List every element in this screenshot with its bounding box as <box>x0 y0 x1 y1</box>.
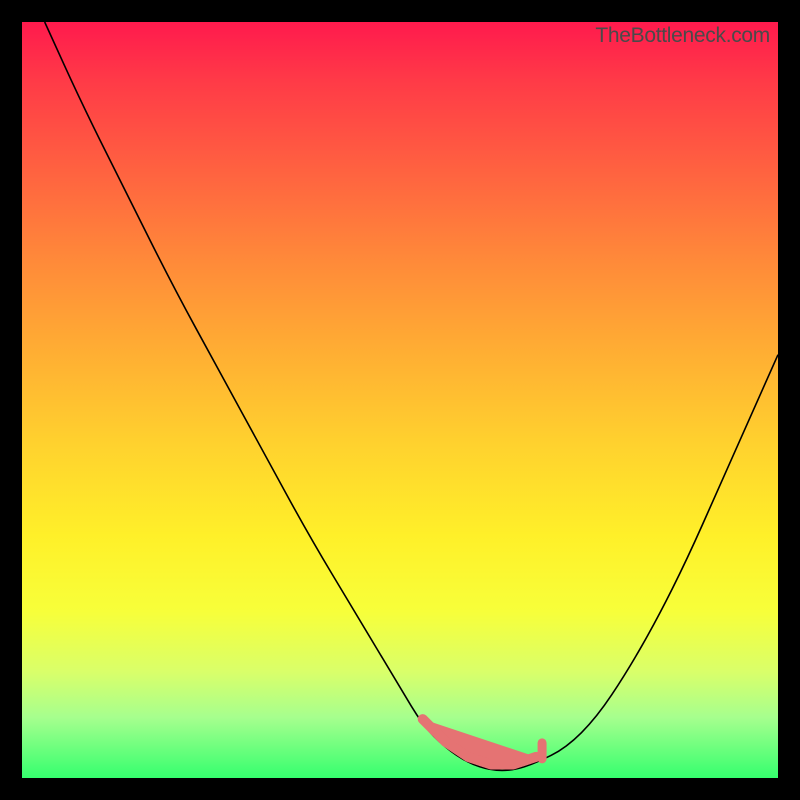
chart-gradient-frame: TheBottleneck.com <box>22 22 778 778</box>
highlight-band <box>423 719 536 764</box>
bottleneck-curve <box>45 22 778 770</box>
chart-svg <box>22 22 778 778</box>
